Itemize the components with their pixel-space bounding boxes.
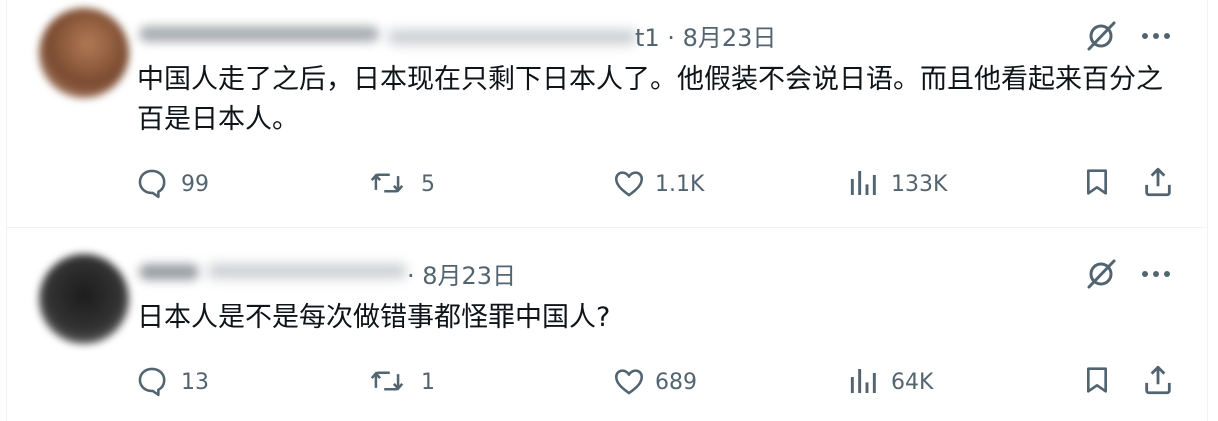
repost-count[interactable]: 1 xyxy=(421,370,435,395)
avatar[interactable] xyxy=(39,254,129,344)
grok-icon[interactable] xyxy=(1083,256,1119,292)
views-count[interactable]: 133K xyxy=(891,172,947,197)
more-icon[interactable] xyxy=(1139,264,1173,284)
tweet[interactable]: t1 · 8月23日 中国人走了之后，日本现在只剩下日本人了。他假装不会说日语。… xyxy=(7,0,1207,228)
tweet[interactable]: · 8月23日 日本人是不是每次做错事都怪罪中国人? 13 1 689 64K xyxy=(7,228,1207,421)
display-name-blurred[interactable] xyxy=(139,26,379,42)
repost-icon[interactable] xyxy=(369,166,405,200)
reply-icon[interactable] xyxy=(135,364,169,398)
reply-icon[interactable] xyxy=(135,166,169,200)
like-icon[interactable] xyxy=(611,364,647,398)
reply-count[interactable]: 13 xyxy=(181,370,209,395)
post-date[interactable]: · 8月23日 xyxy=(407,256,516,291)
grok-icon[interactable] xyxy=(1083,18,1119,54)
bookmark-icon[interactable] xyxy=(1081,362,1113,398)
handle-blurred[interactable] xyxy=(387,30,637,44)
post-text: 日本人是不是每次做错事都怪罪中国人? xyxy=(137,302,611,333)
like-icon[interactable] xyxy=(611,166,647,200)
post-date[interactable]: t1 · 8月23日 xyxy=(635,18,776,53)
post-text: 中国人走了之后，日本现在只剩下日本人了。他假装不会说日语。而且他看起来百分之百是… xyxy=(137,64,1163,135)
views-icon[interactable] xyxy=(847,364,879,398)
share-icon[interactable] xyxy=(1141,362,1175,398)
views-icon[interactable] xyxy=(847,166,879,200)
timeline-feed: t1 · 8月23日 中国人走了之后，日本现在只剩下日本人了。他假装不会说日语。… xyxy=(6,0,1208,421)
bookmark-icon[interactable] xyxy=(1081,164,1113,200)
views-count[interactable]: 64K xyxy=(891,370,933,395)
handle-blurred[interactable] xyxy=(207,264,407,278)
like-count[interactable]: 1.1K xyxy=(655,172,704,197)
like-count[interactable]: 689 xyxy=(655,370,697,395)
share-icon[interactable] xyxy=(1141,164,1175,200)
display-name-blurred[interactable] xyxy=(139,264,199,280)
reply-count[interactable]: 99 xyxy=(181,172,209,197)
repost-count[interactable]: 5 xyxy=(421,172,435,197)
more-icon[interactable] xyxy=(1139,26,1173,46)
repost-icon[interactable] xyxy=(369,364,405,398)
avatar[interactable] xyxy=(39,8,129,98)
